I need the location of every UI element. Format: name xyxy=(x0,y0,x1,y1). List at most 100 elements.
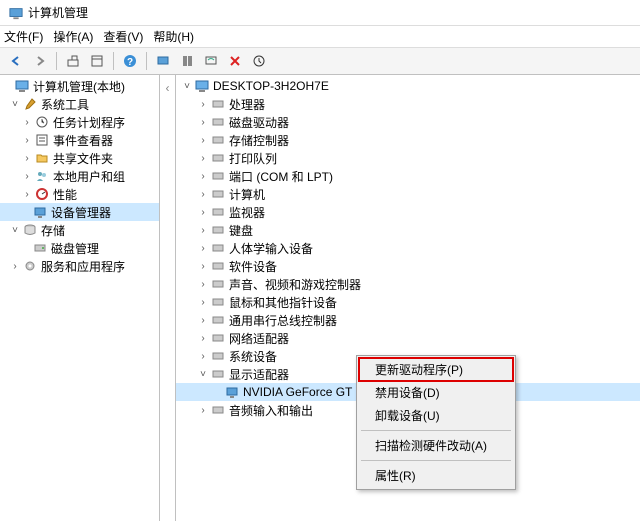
expander-icon[interactable]: › xyxy=(20,171,34,182)
device-category-icon xyxy=(210,222,226,238)
left-shared-folders[interactable]: › 共享文件夹 xyxy=(0,149,159,167)
expander-icon[interactable]: › xyxy=(196,243,210,254)
device-category[interactable]: › 人体学输入设备 xyxy=(176,239,640,257)
device-category-icon xyxy=(210,258,226,274)
expander-icon[interactable]: ˅ xyxy=(8,225,22,236)
splitter[interactable]: ‹ xyxy=(160,75,176,521)
expander-icon[interactable]: › xyxy=(196,153,210,164)
show-hide-button[interactable] xyxy=(87,51,107,71)
expander-icon[interactable]: › xyxy=(196,405,210,416)
expander-icon[interactable]: › xyxy=(196,261,210,272)
left-device-manager[interactable]: 设备管理器 xyxy=(0,203,159,221)
left-services-apps[interactable]: › 服务和应用程序 xyxy=(0,257,159,275)
device-category-label: 显示适配器 xyxy=(229,366,289,383)
left-root-label: 计算机管理(本地) xyxy=(33,78,125,95)
ctx-uninstall-device[interactable]: 卸载设备(U) xyxy=(359,404,513,427)
left-disk-management[interactable]: 磁盘管理 xyxy=(0,239,159,257)
menu-file[interactable]: 文件(F) xyxy=(4,28,43,45)
device-category-label: 磁盘驱动器 xyxy=(229,114,289,131)
expander-icon[interactable]: › xyxy=(20,117,34,128)
device-category[interactable]: › 打印队列 xyxy=(176,149,640,167)
expander-icon[interactable]: › xyxy=(196,351,210,362)
expander-icon[interactable]: › xyxy=(196,117,210,128)
device-category[interactable]: ›声音、视频和游戏控制器 xyxy=(176,275,640,293)
device-category-label: 键盘 xyxy=(229,222,253,239)
left-storage[interactable]: ˅ 存储 xyxy=(0,221,159,239)
shared-folder-icon xyxy=(34,150,50,166)
expander-icon[interactable]: › xyxy=(196,225,210,236)
expander-icon[interactable]: › xyxy=(196,333,210,344)
back-button[interactable] xyxy=(6,51,26,71)
device-category-label: 音频输入和输出 xyxy=(229,402,313,419)
device-category[interactable]: › 通用串行总线控制器 xyxy=(176,311,640,329)
device-category[interactable]: ›监视器 xyxy=(176,203,640,221)
delete-button[interactable] xyxy=(225,51,245,71)
main-area: 计算机管理(本地) ˅ 系统工具 › 任务计划程序 › 事件查看器 › 共享文件… xyxy=(0,75,640,521)
up-button[interactable] xyxy=(63,51,83,71)
device-category-label: 打印队列 xyxy=(229,150,277,167)
expander-icon[interactable]: › xyxy=(20,189,34,200)
device-category-label: 系统设备 xyxy=(229,348,277,365)
ctx-scan-hardware[interactable]: 扫描检测硬件改动(A) xyxy=(359,434,513,457)
wrench-icon xyxy=(22,96,38,112)
users-icon xyxy=(34,168,50,184)
device-category-label: 计算机 xyxy=(229,186,265,203)
device-category-label: 软件设备 xyxy=(229,258,277,275)
device-category[interactable]: › 软件设备 xyxy=(176,257,640,275)
event-icon xyxy=(34,132,50,148)
device-category-label: 处理器 xyxy=(229,96,265,113)
left-local-users[interactable]: › 本地用户和组 xyxy=(0,167,159,185)
toolbar-icon-2[interactable] xyxy=(177,51,197,71)
expander-icon[interactable]: › xyxy=(196,99,210,110)
ctx-properties[interactable]: 属性(R) xyxy=(359,464,513,487)
menu-action[interactable]: 操作(A) xyxy=(53,28,93,45)
left-system-tools[interactable]: ˅ 系统工具 xyxy=(0,95,159,113)
more-button[interactable] xyxy=(249,51,269,71)
ctx-disable-device[interactable]: 禁用设备(D) xyxy=(359,381,513,404)
device-category[interactable]: › 存储控制器 xyxy=(176,131,640,149)
disk-icon xyxy=(32,240,48,256)
expander-icon[interactable]: › xyxy=(20,153,34,164)
expander-icon[interactable]: ˅ xyxy=(196,369,210,380)
device-category[interactable]: › 磁盘驱动器 xyxy=(176,113,640,131)
device-category[interactable]: ›网络适配器 xyxy=(176,329,640,347)
expander-icon[interactable]: › xyxy=(196,189,210,200)
left-root[interactable]: 计算机管理(本地) xyxy=(0,77,159,95)
expander-icon[interactable]: › xyxy=(8,261,22,272)
svg-text:?: ? xyxy=(127,57,133,68)
expander-icon[interactable]: › xyxy=(196,135,210,146)
menu-view[interactable]: 查看(V) xyxy=(103,28,143,45)
expander-icon[interactable]: ˅ xyxy=(180,81,194,92)
expander-icon[interactable]: › xyxy=(196,297,210,308)
device-category-icon xyxy=(210,132,226,148)
device-category[interactable]: › 处理器 xyxy=(176,95,640,113)
expander-icon[interactable]: › xyxy=(196,171,210,182)
forward-button[interactable] xyxy=(30,51,50,71)
help-button[interactable]: ? xyxy=(120,51,140,71)
expander-icon[interactable]: ˅ xyxy=(8,99,22,110)
expander-icon[interactable]: › xyxy=(196,315,210,326)
chevron-left-icon: ‹ xyxy=(166,81,170,521)
device-category-label: 端口 (COM 和 LPT) xyxy=(229,168,333,185)
expander-icon[interactable]: › xyxy=(20,135,34,146)
expander-icon[interactable]: › xyxy=(196,279,210,290)
device-category[interactable]: › 计算机 xyxy=(176,185,640,203)
left-performance[interactable]: › 性能 xyxy=(0,185,159,203)
left-task-scheduler[interactable]: › 任务计划程序 xyxy=(0,113,159,131)
context-menu: 更新驱动程序(P) 禁用设备(D) 卸载设备(U) 扫描检测硬件改动(A) 属性… xyxy=(356,355,516,490)
menu-help[interactable]: 帮助(H) xyxy=(153,28,194,45)
device-category-label: 人体学输入设备 xyxy=(229,240,313,257)
device-category[interactable]: ›鼠标和其他指针设备 xyxy=(176,293,640,311)
toolbar-icon-1[interactable] xyxy=(153,51,173,71)
app-icon xyxy=(8,5,24,21)
device-category-label: 通用串行总线控制器 xyxy=(229,312,337,329)
ctx-separator xyxy=(361,430,511,431)
device-root[interactable]: ˅ DESKTOP-3H2OH7E xyxy=(176,77,640,95)
scan-button[interactable] xyxy=(201,51,221,71)
device-category[interactable]: › 端口 (COM 和 LPT) xyxy=(176,167,640,185)
ctx-update-driver[interactable]: 更新驱动程序(P) xyxy=(359,358,513,381)
left-event-viewer[interactable]: › 事件查看器 xyxy=(0,131,159,149)
device-category[interactable]: › 键盘 xyxy=(176,221,640,239)
device-category-label: 存储控制器 xyxy=(229,132,289,149)
expander-icon[interactable]: › xyxy=(196,207,210,218)
